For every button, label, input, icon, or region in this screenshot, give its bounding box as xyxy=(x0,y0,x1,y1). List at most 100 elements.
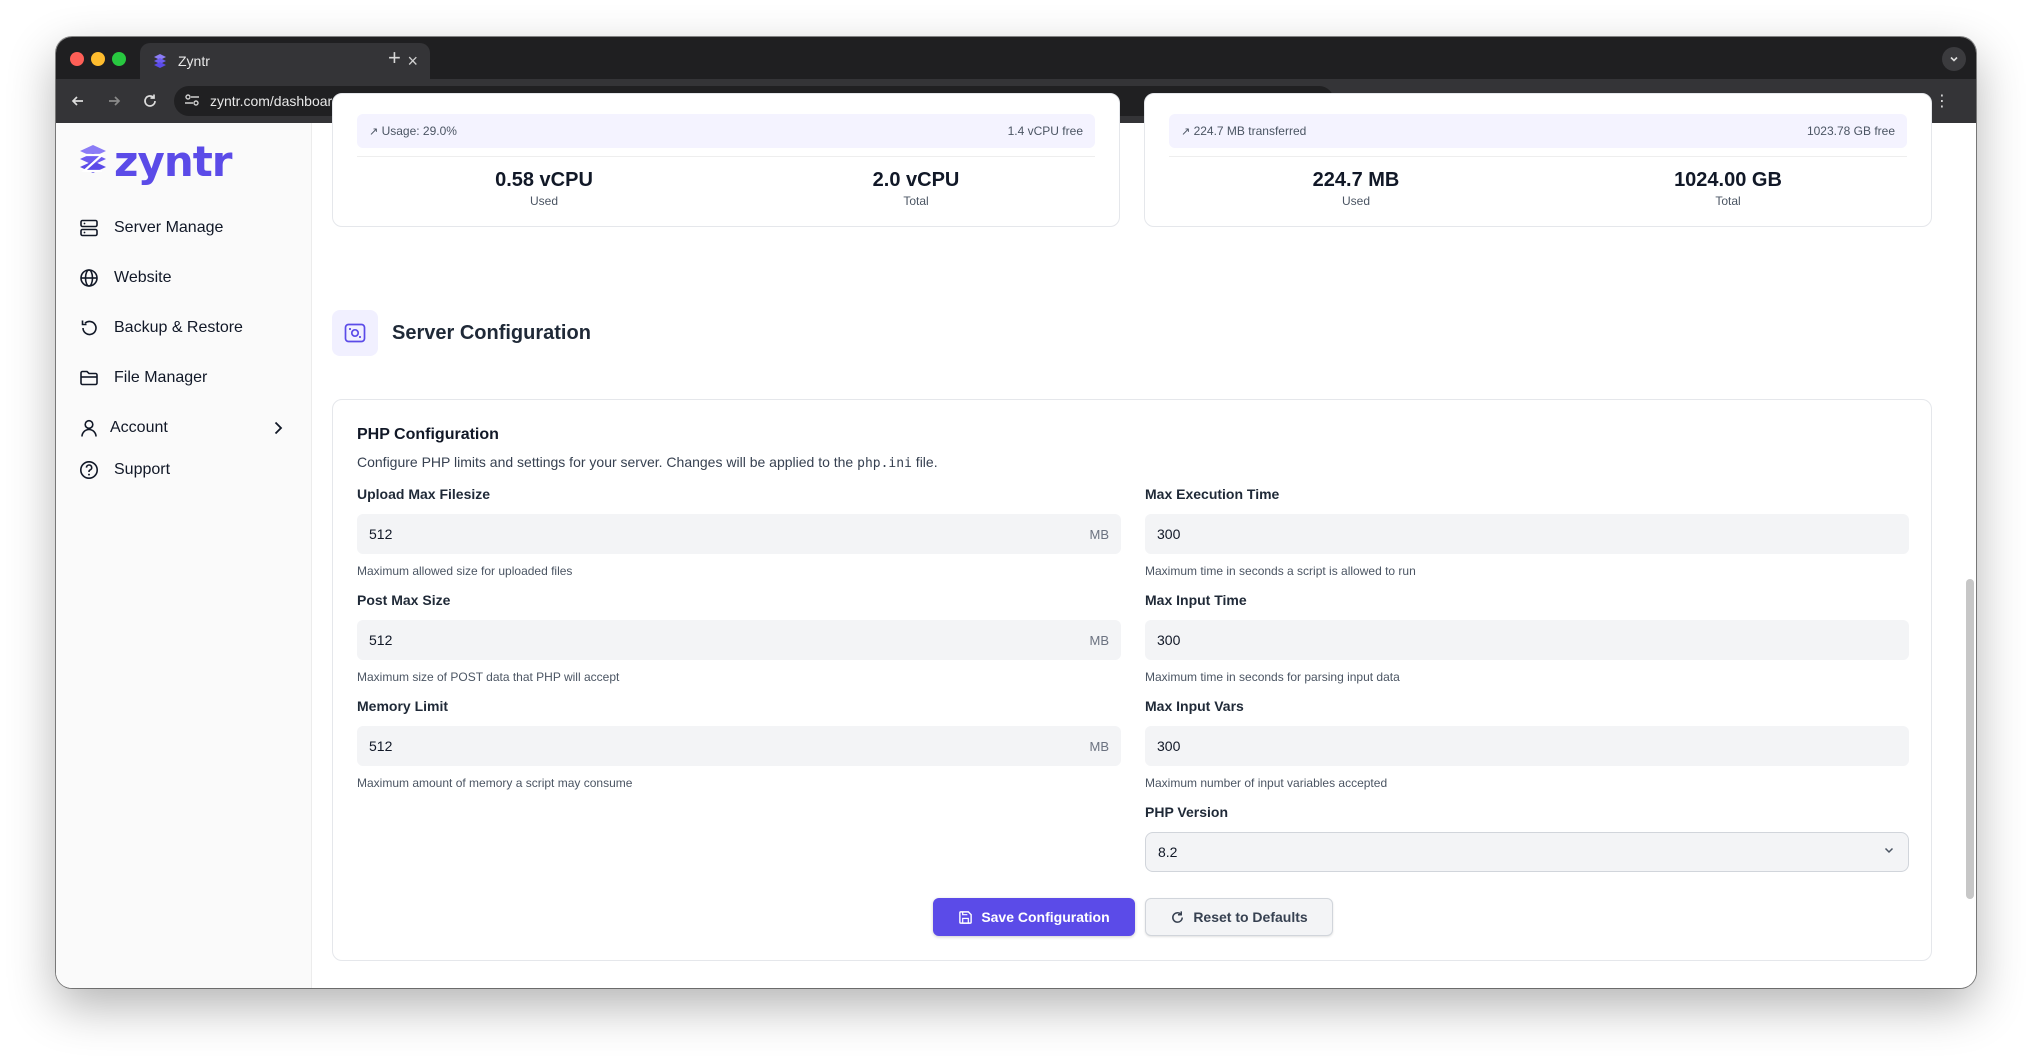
bandwidth-usage-strip: ↗ 224.7 MB transferred 1023.78 GB free xyxy=(1169,114,1907,148)
user-icon xyxy=(78,417,100,439)
sidebar-item-website[interactable]: Website xyxy=(78,263,292,293)
unit-suffix: MB xyxy=(1089,738,1110,754)
logo-wordmark: zyntr xyxy=(114,136,233,186)
forward-arrow-icon[interactable] xyxy=(102,89,126,113)
save-button-label: Save Configuration xyxy=(981,909,1110,925)
field-hint: Maximum number of input variables accept… xyxy=(1145,776,1388,790)
tab-search-chevron-icon[interactable] xyxy=(1942,47,1966,71)
upload-max-filesize-input[interactable]: 512 MB xyxy=(357,514,1121,554)
sidebar-item-file-manager[interactable]: File Manager xyxy=(78,363,292,393)
select-value[interactable]: 8.2 xyxy=(1158,844,1882,860)
trend-up-icon: ↗ xyxy=(1181,126,1191,138)
field-label: Max Execution Time xyxy=(1145,486,1280,502)
field-hint: Maximum allowed size for uploaded files xyxy=(357,564,573,578)
max-input-vars-input[interactable]: 300 xyxy=(1145,726,1909,766)
close-window-button[interactable] xyxy=(70,52,84,66)
input-value[interactable]: 300 xyxy=(1157,632,1897,648)
sidebar-item-backup-restore[interactable]: Backup & Restore xyxy=(78,313,292,343)
input-value[interactable]: 300 xyxy=(1157,738,1897,754)
sidebar-item-support[interactable]: Support xyxy=(78,455,292,485)
upload-max-filesize-field: Upload Max Filesize 512 MB Maximum allow… xyxy=(357,486,1121,578)
post-max-size-input[interactable]: 512 MB xyxy=(357,620,1121,660)
memory-limit-input[interactable]: 512 MB xyxy=(357,726,1121,766)
browser-tab[interactable]: Zyntr × xyxy=(140,43,430,79)
help-circle-icon xyxy=(78,459,100,481)
field-hint: Maximum time in seconds a script is allo… xyxy=(1145,564,1416,578)
bandwidth-used-value: 224.7 MB xyxy=(1312,169,1400,191)
cpu-used-stat: 0.58 vCPU Used xyxy=(357,169,731,208)
php-version-field: PHP Version 8.2 xyxy=(1145,804,1909,872)
tab-close-icon[interactable]: × xyxy=(407,52,418,70)
sidebar: zyntr Server Manage Website Backup & Res… xyxy=(56,123,312,988)
max-execution-time-field: Max Execution Time 300 Maximum time in s… xyxy=(1145,486,1909,578)
zyntr-logo-icon xyxy=(80,145,106,173)
php-configuration-card: PHP Configuration Configure PHP limits a… xyxy=(332,399,1932,961)
save-disk-icon xyxy=(958,910,973,925)
reload-icon[interactable] xyxy=(138,89,162,113)
chevron-down-icon[interactable] xyxy=(1882,843,1896,862)
field-hint: Maximum amount of memory a script may co… xyxy=(357,776,633,790)
input-value[interactable]: 300 xyxy=(1157,526,1897,542)
sidebar-item-label: Website xyxy=(114,269,172,286)
sidebar-item-label: File Manager xyxy=(114,369,208,386)
cpu-total-stat: 2.0 vCPU Total xyxy=(729,169,1103,208)
desc-text-after: file. xyxy=(911,454,938,470)
bandwidth-free-text: 1023.78 GB free xyxy=(1806,124,1895,138)
field-label: PHP Version xyxy=(1145,804,1229,820)
input-value[interactable]: 512 xyxy=(369,526,1090,542)
post-max-size-field: Post Max Size 512 MB Maximum size of POS… xyxy=(357,592,1121,684)
input-value[interactable]: 512 xyxy=(369,632,1090,648)
app-viewport: zyntr Server Manage Website Backup & Res… xyxy=(56,93,1976,988)
cpu-total-label: Total xyxy=(903,194,929,208)
cpu-stats: 0.58 vCPU Used 2.0 vCPU Total xyxy=(357,156,1095,216)
section-title: Server Configuration xyxy=(392,321,591,344)
back-arrow-icon[interactable] xyxy=(66,89,90,113)
field-hint: Maximum time in seconds for parsing inpu… xyxy=(1145,670,1400,684)
reset-icon xyxy=(1170,910,1185,925)
sidebar-item-label: Server Manage xyxy=(114,219,224,236)
unit-suffix: MB xyxy=(1089,526,1110,542)
cpu-usage-card: ↗ Usage: 29.0% 1.4 vCPU free 0.58 vCPU U… xyxy=(332,93,1120,227)
zyntr-logo[interactable]: zyntr xyxy=(78,136,233,186)
maximize-window-button[interactable] xyxy=(112,52,126,66)
max-input-time-field: Max Input Time 300 Maximum time in secon… xyxy=(1145,592,1909,684)
cpu-used-value: 0.58 vCPU xyxy=(495,169,593,191)
sidebar-item-server-manage[interactable]: Server Manage xyxy=(78,213,292,243)
minimize-window-button[interactable] xyxy=(91,52,105,66)
field-hint: Maximum size of POST data that PHP will … xyxy=(357,670,620,684)
php-version-select[interactable]: 8.2 xyxy=(1145,832,1909,872)
cpu-usage-text: Usage: 29.0% xyxy=(381,124,457,138)
cpu-total-value: 2.0 vCPU xyxy=(872,169,960,191)
field-label: Post Max Size xyxy=(357,592,451,608)
site-settings-icon[interactable] xyxy=(184,93,200,110)
unit-suffix: MB xyxy=(1089,632,1110,648)
bandwidth-stats: 224.7 MB Used 1024.00 GB Total xyxy=(1169,156,1907,216)
chevron-right-icon[interactable] xyxy=(268,418,288,443)
reset-to-defaults-button[interactable]: Reset to Defaults xyxy=(1145,898,1333,936)
max-input-vars-field: Max Input Vars 300 Maximum number of inp… xyxy=(1145,698,1909,790)
sidebar-item-label: Account xyxy=(110,419,168,436)
tab-title: Zyntr xyxy=(178,53,210,69)
cpu-free-text: 1.4 vCPU free xyxy=(1007,124,1083,138)
sidebar-item-account[interactable]: Account xyxy=(78,413,292,443)
bandwidth-used-label: Used xyxy=(1341,194,1370,208)
max-execution-time-input[interactable]: 300 xyxy=(1145,514,1909,554)
save-configuration-button[interactable]: Save Configuration xyxy=(933,898,1135,936)
bandwidth-usage-text: 224.7 MB transferred xyxy=(1193,124,1307,138)
field-label: Upload Max Filesize xyxy=(357,486,491,502)
php-config-title: PHP Configuration xyxy=(357,426,499,443)
server-config-icon xyxy=(332,310,378,356)
php-config-description: Configure PHP limits and settings for yo… xyxy=(357,454,938,471)
new-tab-button[interactable]: + xyxy=(388,45,401,71)
bandwidth-total-label: Total xyxy=(1715,194,1741,208)
bandwidth-total-value: 1024.00 GB xyxy=(1674,169,1782,191)
restore-icon xyxy=(78,317,100,339)
zyntr-favicon-icon xyxy=(152,53,168,69)
field-label: Max Input Vars xyxy=(1145,698,1244,714)
sidebar-item-label: Support xyxy=(114,461,171,478)
memory-limit-field: Memory Limit 512 MB Maximum amount of me… xyxy=(357,698,1121,790)
page-scrollbar[interactable] xyxy=(1966,579,1974,899)
input-value[interactable]: 512 xyxy=(369,738,1090,754)
max-input-time-input[interactable]: 300 xyxy=(1145,620,1909,660)
bandwidth-usage-card: ↗ 224.7 MB transferred 1023.78 GB free 2… xyxy=(1144,93,1932,227)
